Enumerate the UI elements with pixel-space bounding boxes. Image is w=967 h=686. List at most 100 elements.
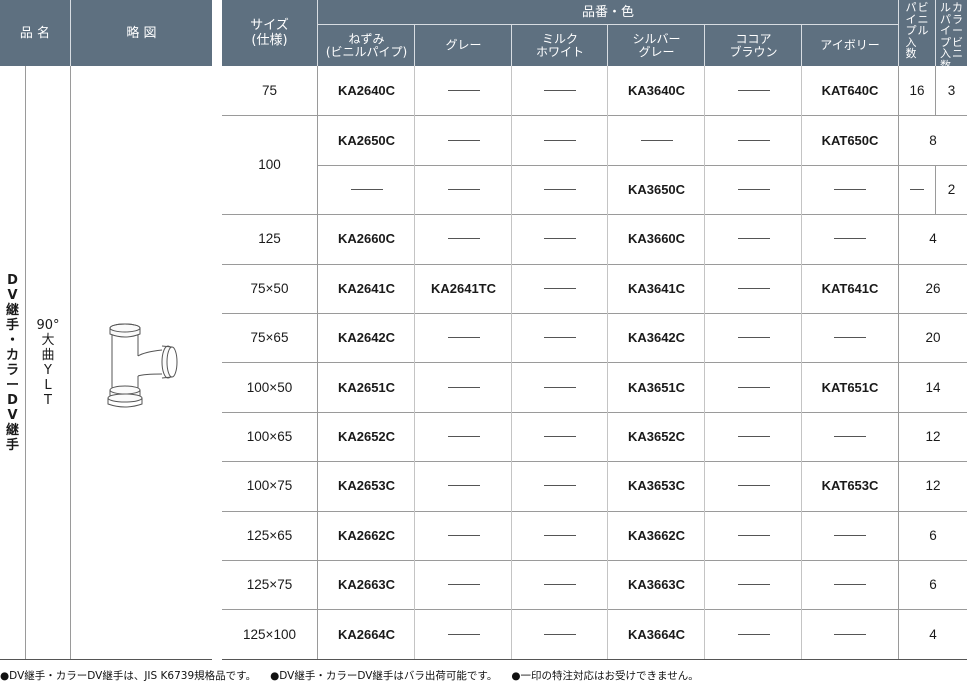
product-code-cell: [802, 214, 898, 263]
header-divider: [414, 25, 415, 66]
product-code-cell: [415, 66, 512, 115]
qty-cell: 6: [899, 511, 967, 560]
not-available-dash: [544, 386, 576, 388]
product-code-cell: KA3642C: [608, 313, 705, 362]
product-code-cell: [512, 214, 608, 263]
product-code-cell: KA3660C: [608, 214, 705, 263]
product-code: KA2650C: [337, 132, 396, 148]
color_vinyl_qty-char: ニ: [952, 47, 963, 60]
size-cell: 100: [258, 157, 281, 173]
product-code-cell: [415, 313, 512, 362]
not-available-dash: [834, 633, 866, 635]
subcategory-char: 90°: [36, 318, 60, 333]
header-divider: [801, 25, 802, 66]
product-code-cell: KA3640C: [608, 66, 705, 115]
hinban-iro-header: 品番・色: [318, 0, 898, 24]
product-code-cell: [415, 609, 512, 658]
product-code: KA3653C: [627, 478, 686, 494]
not-available-dash: [737, 584, 770, 586]
not-available-dash: [447, 534, 480, 536]
not-available-dash: [737, 188, 770, 190]
product-spec-table: サイズ (仕様) 品番・色 ねずみ (ビニルパイプ) グレー ミルク ホワイト シルバーグ…: [222, 0, 967, 660]
color-name-line2: ホワイト: [535, 44, 584, 59]
size-cell: 75×65: [250, 330, 289, 346]
product-code: KAT640C: [821, 83, 879, 99]
product-code-cell: [415, 461, 512, 510]
qty-value: 12: [925, 428, 941, 444]
color-name-line1: ココア: [735, 31, 772, 46]
header-divider: [511, 25, 512, 66]
product-code: KA2652C: [337, 428, 396, 444]
category-char: 継: [5, 423, 19, 438]
product-name-table: 品 名 略 図 D V 継手・カラー D V 継手 90° 大曲 Y L T: [0, 0, 212, 660]
color_vinyl_qty-char: 入: [940, 47, 951, 60]
size-header: サイズ (仕様): [222, 0, 317, 66]
subcategory-name: 90° 大曲 Y L T: [26, 66, 70, 660]
qty-cell: 2: [936, 165, 967, 214]
row-rule: [222, 659, 967, 660]
product-code-cell: KA2652C: [318, 412, 415, 461]
size-header-line1: サイズ: [250, 18, 289, 33]
not-available-dash: [737, 238, 770, 240]
not-available-dash: [737, 485, 770, 487]
product-code-cell: KA2642C: [318, 313, 415, 362]
qty-cell: 12: [899, 412, 967, 461]
product-code: KA3642C: [627, 330, 686, 346]
footnotes: ●DV継手・カラーDV継手は、JIS K6739規格品です。 ●DV継手・カラー…: [0, 668, 967, 686]
product-code-cell: [512, 560, 608, 609]
not-available-dash: [834, 435, 866, 437]
product-code-cell: KA2640C: [318, 66, 415, 115]
qty-value: 14: [925, 379, 941, 395]
vinyl_pipe_qty-char: 数: [905, 47, 917, 60]
product-code-cell: KAT650C: [802, 115, 898, 164]
product-code-cell: [512, 511, 608, 560]
product-code-cell: [512, 165, 608, 214]
not-available-dash: [447, 584, 480, 586]
product-code: KA2651C: [337, 379, 396, 395]
category-char: ー: [5, 378, 19, 393]
product-code-cell: [415, 511, 512, 560]
product-code: KAT641C: [821, 280, 879, 296]
product-code: KA2663C: [337, 577, 396, 593]
color_vinyl_qty-char: ル: [940, 1, 951, 14]
subcategory-char: T: [44, 393, 52, 408]
product-code-cell: KA3652C: [608, 412, 705, 461]
size-cell: 125×75: [246, 577, 293, 593]
product-code-cell: [705, 115, 802, 164]
size-header-line2: (仕様): [251, 33, 288, 48]
color-name-line2: ブラウン: [729, 44, 778, 59]
qty-cell: 4: [899, 609, 967, 658]
product-code: KA3651C: [627, 379, 686, 395]
product-code-cell: [705, 461, 802, 510]
size-cell: 75: [261, 83, 278, 99]
product-code-cell: KA2663C: [318, 560, 415, 609]
color-vinyl-qty-header: カラービニルパイプ入数: [936, 0, 967, 71]
not-available-dash: [834, 188, 866, 190]
product-code-cell: [705, 362, 802, 411]
product-code-cell: [415, 115, 512, 164]
product-code-cell: KA3662C: [608, 511, 705, 560]
qty-value: 3: [947, 83, 956, 99]
product-code-cell: [705, 313, 802, 362]
category-char: V: [7, 408, 18, 423]
size-cell: 100×75: [246, 478, 293, 494]
category-char: 手: [5, 318, 19, 333]
not-available-dash: [544, 435, 576, 437]
product-code-cell: KA3664C: [608, 609, 705, 658]
qty-value: 16: [909, 83, 925, 99]
product-code: KA2640C: [337, 83, 396, 99]
ryakuzu-label: 略 図: [126, 25, 157, 41]
color-header-0: ねずみ (ビニルパイプ): [318, 25, 415, 66]
qty-value: 4: [929, 231, 937, 247]
product-code: KA3663C: [627, 577, 686, 593]
not-available-dash: [834, 337, 866, 339]
not-available-dash: [737, 90, 770, 92]
product-code-cell: [512, 66, 608, 115]
qty-cell: 6: [899, 560, 967, 609]
product-code-cell: KA2660C: [318, 214, 415, 263]
product-code-cell: [705, 560, 802, 609]
qty-value: 8: [929, 132, 937, 148]
product-code: KA3641C: [627, 280, 686, 296]
product-code-cell: [802, 511, 898, 560]
not-available-dash: [640, 139, 673, 141]
